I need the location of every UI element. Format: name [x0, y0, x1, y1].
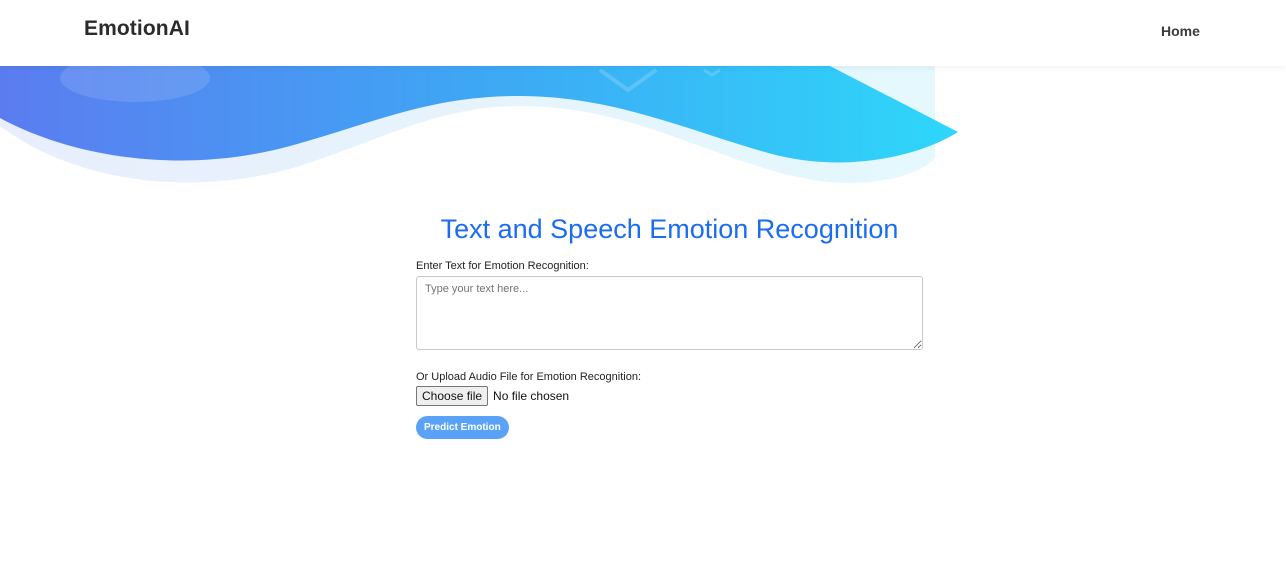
choose-file-button[interactable]: Choose file	[416, 386, 489, 406]
emotion-form: Enter Text for Emotion Recognition: Or U…	[416, 260, 924, 439]
nav-link-home[interactable]: Home	[1161, 23, 1200, 39]
navbar: EmotionAI Home	[0, 0, 1286, 66]
audio-input-label: Or Upload Audio File for Emotion Recogni…	[416, 371, 642, 383]
header-wave-decoration	[0, 66, 958, 184]
file-status-text: No file chosen	[493, 389, 570, 403]
text-input-label: Enter Text for Emotion Recognition:	[416, 260, 589, 272]
brand-logo[interactable]: EmotionAI	[84, 17, 190, 41]
page: EmotionAI Home Text and Speech Emotion R…	[0, 0, 1286, 582]
emotion-text-input[interactable]	[416, 276, 923, 350]
audio-file-picker: Choose file No file chosen	[416, 386, 924, 406]
page-title: Text and Speech Emotion Recognition	[440, 214, 899, 245]
predict-emotion-button[interactable]: Predict Emotion	[416, 416, 509, 439]
